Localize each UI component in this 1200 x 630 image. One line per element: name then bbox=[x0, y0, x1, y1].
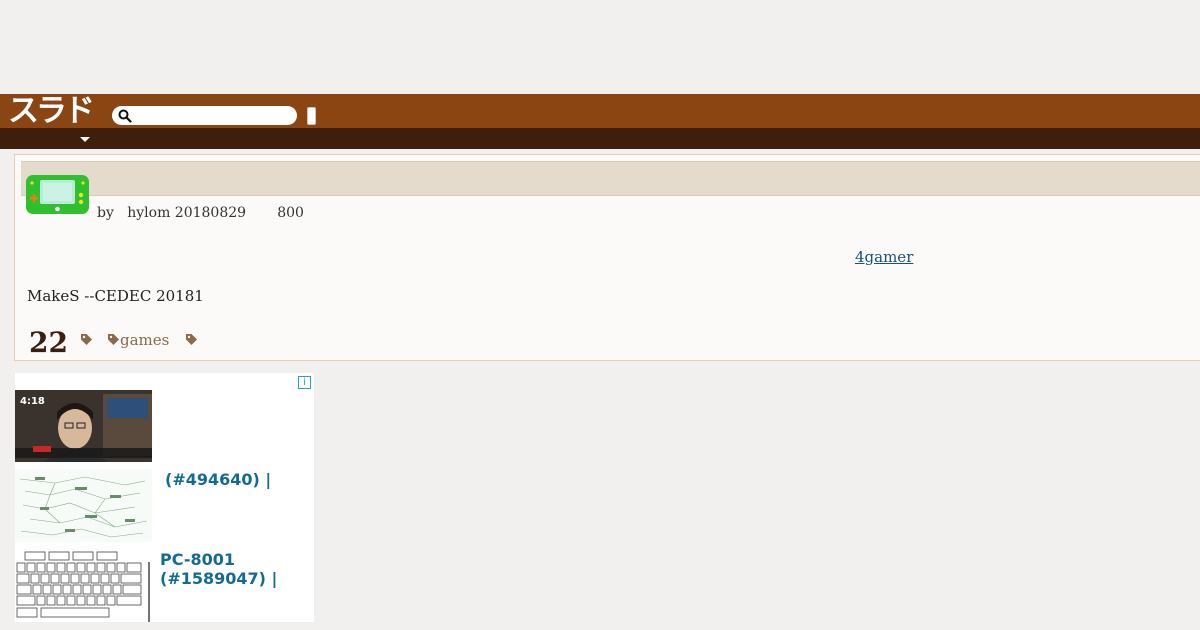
ad-info-icon[interactable]: i bbox=[298, 376, 311, 389]
top-banner-area bbox=[0, 0, 1200, 94]
search-input[interactable] bbox=[112, 106, 297, 125]
source-link[interactable]: 4gamer bbox=[855, 248, 913, 266]
tag-icon[interactable] bbox=[80, 333, 93, 346]
byline-author[interactable]: hylom bbox=[127, 205, 170, 221]
chevron-down-icon[interactable] bbox=[80, 137, 90, 142]
byline-by: by bbox=[97, 205, 114, 221]
diagram-thumbnail[interactable] bbox=[15, 469, 152, 542]
tag-icon bbox=[108, 334, 119, 345]
story-title-bar bbox=[21, 161, 1200, 196]
ad-item-title[interactable]: PC-8001 (#1589047) | bbox=[160, 550, 277, 588]
byline-count: 800 bbox=[277, 205, 304, 221]
story-byline: by hylom 20180829 800 bbox=[97, 205, 304, 221]
comment-count[interactable]: 22 bbox=[29, 326, 68, 359]
site-logo[interactable]: スラド bbox=[8, 95, 95, 127]
video-thumbnail[interactable]: 4:18 bbox=[15, 390, 152, 462]
sub-navigation bbox=[0, 128, 1200, 149]
byline-date: 20180829 bbox=[174, 205, 247, 221]
tag-games[interactable]: games bbox=[120, 331, 169, 349]
search-button[interactable] bbox=[307, 107, 316, 125]
tag-icon[interactable] bbox=[185, 333, 198, 346]
story-body: MakeS --CEDEC 20181 bbox=[27, 287, 204, 305]
handheld-game-icon[interactable] bbox=[26, 175, 89, 214]
video-duration: 4:18 bbox=[20, 396, 45, 407]
keyboard-thumbnail[interactable] bbox=[15, 550, 152, 622]
ad-item-title[interactable]: (#494640) | bbox=[165, 470, 271, 489]
search-icon bbox=[118, 109, 132, 123]
